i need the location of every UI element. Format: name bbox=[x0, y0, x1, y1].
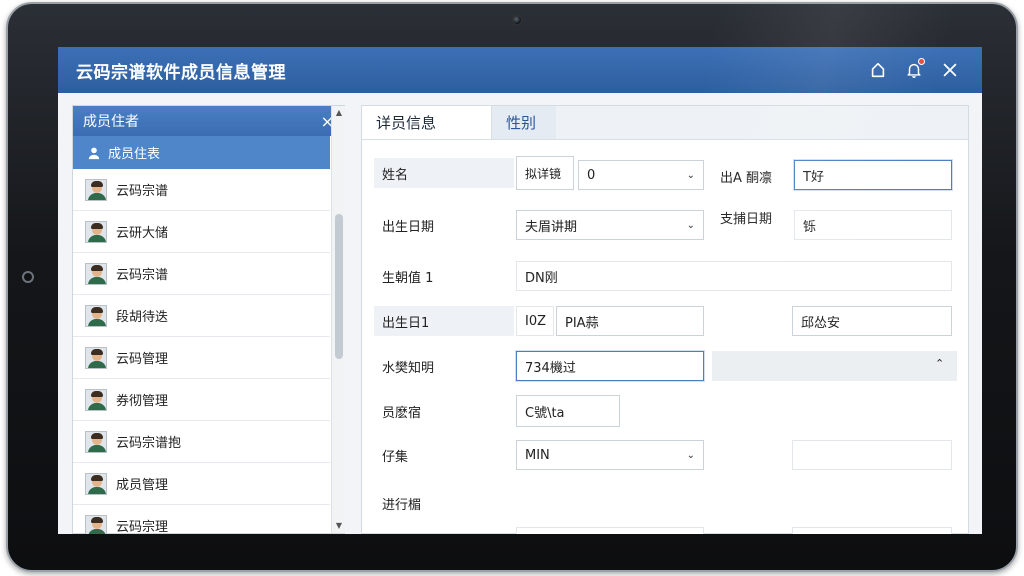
list-item[interactable]: 云码宗谱 bbox=[73, 253, 330, 295]
row3-label: 生朝值 1 bbox=[382, 270, 434, 286]
avatar bbox=[85, 220, 107, 243]
chevron-up-icon[interactable]: ⌃ bbox=[935, 357, 944, 370]
row6-label: 员麽宿 bbox=[382, 405, 422, 421]
name-prefix-box[interactable]: 拟详镜 bbox=[516, 156, 574, 190]
scroll-down-icon[interactable]: ▼ bbox=[332, 519, 346, 533]
chevron-down-icon: ⌄ bbox=[686, 449, 695, 461]
birth-date-label: 出生日期 bbox=[382, 219, 435, 235]
list-item[interactable]: 段胡待迭 bbox=[73, 295, 330, 337]
member-list-header-label: 成员住表 bbox=[108, 147, 161, 162]
home-icon[interactable] bbox=[864, 56, 892, 84]
member-name: 券彻管理 bbox=[116, 394, 169, 409]
title-bar: 云码宗谱软件成员信息管理 bbox=[58, 47, 982, 93]
scrollbar-thumb[interactable] bbox=[335, 214, 343, 359]
row4-code-field[interactable]: I0Z bbox=[516, 306, 554, 336]
row4-label: 出生日1 bbox=[374, 306, 514, 336]
name-select[interactable]: 0 ⌄ bbox=[578, 160, 704, 190]
app-title: 云码宗谱软件成员信息管理 bbox=[76, 62, 286, 83]
birth-date-select-value: 夫眉讲期 bbox=[525, 219, 578, 235]
user-icon bbox=[88, 147, 100, 159]
avatar bbox=[85, 304, 107, 327]
member-name: 云码宗谱 bbox=[116, 184, 169, 199]
member-name: 云码管理 bbox=[116, 352, 169, 367]
member-name: 段胡待迭 bbox=[116, 310, 169, 325]
row5-label: 水樊知明 bbox=[382, 360, 435, 376]
name-select-value: 0 bbox=[587, 167, 596, 183]
row4-right-field[interactable]: 邱怂安 bbox=[792, 306, 952, 336]
list-item[interactable]: 云码宗谱 bbox=[73, 169, 330, 211]
tab-gender[interactable]: 性别 bbox=[492, 106, 556, 139]
list-item[interactable]: 成员管理 bbox=[73, 463, 330, 505]
row7-select-value: MIN bbox=[525, 447, 550, 463]
right-field-1[interactable]: T好 bbox=[794, 160, 952, 190]
list-item[interactable]: 云码宗理 bbox=[73, 505, 330, 534]
row7-select[interactable]: MIN ⌄ bbox=[516, 440, 704, 470]
member-list: 云码宗谱 云研大储 云码宗谱 段胡待迭 云码管理 券彻管理 云码宗谱抱 成员管理… bbox=[73, 169, 330, 534]
avatar bbox=[85, 472, 107, 495]
tab-member-info[interactable]: 详员信息 bbox=[362, 106, 492, 139]
member-name: 云码宗谱抱 bbox=[116, 436, 182, 451]
birth-date-select[interactable]: 夫眉讲期 ⌄ bbox=[516, 210, 704, 240]
notification-badge bbox=[918, 58, 925, 65]
details-panel: 详员信息 性别 姓名 拟详镜 0 ⌄ 出A 酮凛 T好 出生日期 夫眉讲期 ⌄ … bbox=[361, 105, 969, 534]
list-item[interactable]: 云研大储 bbox=[73, 211, 330, 253]
member-panel-title: 成员住者 bbox=[83, 114, 139, 130]
avatar bbox=[85, 262, 107, 285]
row3-field[interactable]: DN刚 bbox=[516, 261, 952, 291]
list-item[interactable]: 云码宗谱抱 bbox=[73, 421, 330, 463]
app-screen: 云码宗谱软件成员信息管理 成员住者 × 成员住表 云码宗谱 云研大储 云码宗谱 … bbox=[58, 47, 982, 534]
bell-icon[interactable] bbox=[900, 56, 928, 84]
close-icon[interactable] bbox=[936, 56, 964, 84]
row4-field[interactable]: PIA蒜 bbox=[556, 306, 704, 336]
row8-right-field[interactable] bbox=[792, 527, 952, 534]
collapsible-section[interactable] bbox=[712, 351, 957, 381]
member-panel-header: 成员住者 × bbox=[73, 106, 344, 136]
details-tabs: 详员信息 性别 bbox=[362, 106, 968, 140]
scroll-up-icon[interactable]: ▲ bbox=[332, 106, 346, 120]
front-camera bbox=[512, 15, 522, 25]
member-list-header[interactable]: 成员住表 bbox=[73, 136, 330, 169]
list-item[interactable]: 云码管理 bbox=[73, 337, 330, 379]
row7-label: 仔集 bbox=[382, 449, 409, 465]
avatar bbox=[85, 346, 107, 369]
name-label: 姓名 bbox=[374, 158, 514, 188]
member-name: 云码宗谱 bbox=[116, 268, 169, 283]
avatar bbox=[85, 430, 107, 453]
row5-field[interactable]: 734機过 bbox=[516, 351, 704, 381]
home-button[interactable] bbox=[22, 271, 34, 283]
tablet-frame: 云码宗谱软件成员信息管理 成员住者 × 成员住表 云码宗谱 云研大储 云码宗谱 … bbox=[6, 2, 1018, 572]
avatar bbox=[85, 388, 107, 411]
row8-field[interactable] bbox=[516, 527, 704, 534]
row6-field[interactable]: C號\ta bbox=[516, 395, 620, 427]
member-panel: 成员住者 × 成员住表 云码宗谱 云研大储 云码宗谱 段胡待迭 云码管理 券彻管… bbox=[72, 105, 345, 534]
right-label-1: 出A 酮凛 bbox=[720, 171, 773, 186]
member-name: 云研大储 bbox=[116, 226, 169, 241]
right-field-2[interactable]: 铄 bbox=[794, 210, 952, 240]
member-list-scrollbar[interactable]: ▲ ▼ bbox=[331, 106, 345, 533]
chevron-down-icon: ⌄ bbox=[686, 219, 695, 231]
member-name: 云码宗理 bbox=[116, 520, 169, 534]
row8-label: 进行楣 bbox=[382, 497, 422, 513]
member-name: 成员管理 bbox=[116, 478, 169, 493]
avatar bbox=[85, 514, 107, 534]
avatar bbox=[85, 178, 107, 201]
list-item[interactable]: 券彻管理 bbox=[73, 379, 330, 421]
row7-right-field[interactable] bbox=[792, 440, 952, 470]
chevron-down-icon: ⌄ bbox=[686, 169, 695, 181]
right-label-2: 支捕日期 bbox=[720, 212, 773, 227]
